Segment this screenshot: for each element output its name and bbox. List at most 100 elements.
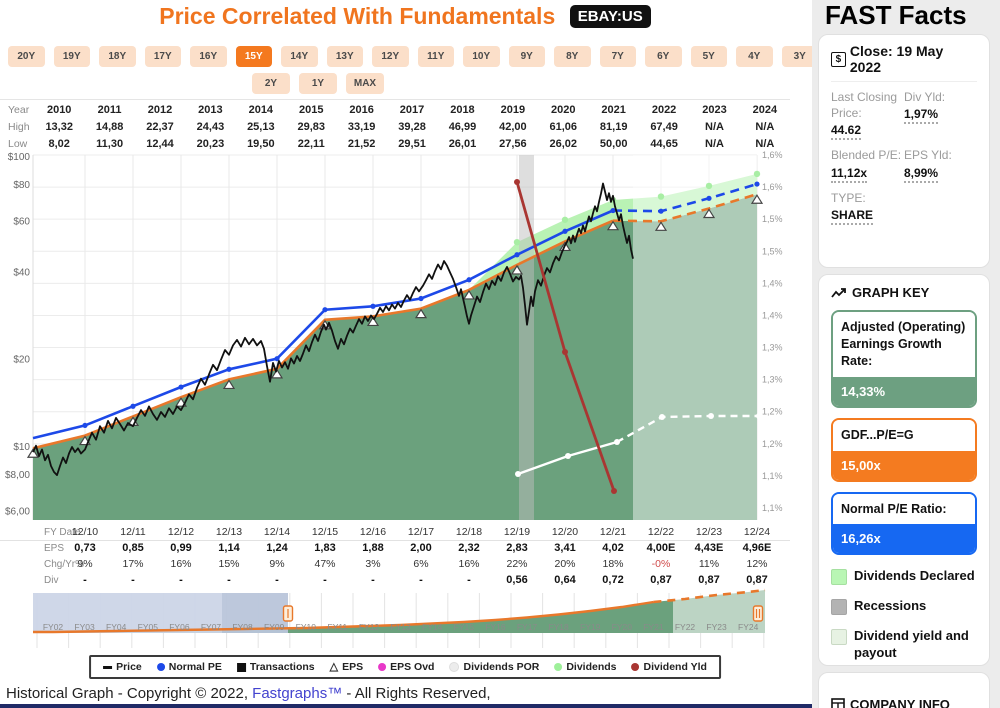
right-axis-label: 1,5% bbox=[762, 214, 783, 224]
year-table-row: High13,3214,8822,3724,4325,1329,8333,193… bbox=[0, 119, 790, 134]
key-card-1500x: GDF...P/E=G15,00x bbox=[831, 418, 977, 482]
company-info-heading-row[interactable]: COMPANY INFO bbox=[831, 697, 977, 708]
fy-cells: ---------0,560,640,720,870,870,87 bbox=[61, 574, 781, 586]
navigator-label: FY07 bbox=[201, 622, 222, 632]
fy-cell: 4,96E bbox=[733, 542, 781, 554]
period-button-5y[interactable]: 5Y bbox=[691, 46, 728, 67]
navigator-label: FY05 bbox=[138, 622, 159, 632]
legend-item-price[interactable]: Price bbox=[103, 661, 142, 673]
year-table-cell: 2020 bbox=[538, 104, 588, 116]
period-button-1y[interactable]: 1Y bbox=[299, 73, 337, 94]
period-button-8y[interactable]: 8Y bbox=[554, 46, 591, 67]
page-title: Price Correlated With Fundamentals bbox=[159, 3, 555, 30]
period-button-15y[interactable]: 15Y bbox=[236, 46, 273, 67]
legend-label: EPS Ovd bbox=[390, 661, 434, 673]
key-swatch-dividends-declared: Dividends Declared bbox=[831, 568, 977, 585]
fy-cell: - bbox=[61, 574, 109, 586]
fy-cell: - bbox=[397, 574, 445, 586]
legend-item-transactions[interactable]: Transactions bbox=[237, 661, 315, 673]
price-fundamentals-chart[interactable]: $100$80$60$40$20$10$8,00$6,001,6%1,6%1,5… bbox=[0, 145, 790, 520]
legend-label: EPS bbox=[342, 661, 363, 673]
left-axis-label: $8,00 bbox=[5, 470, 30, 481]
navigator-label: FY13 bbox=[390, 622, 411, 632]
fy-cell: 15% bbox=[205, 558, 253, 570]
fy-row-label: Div bbox=[44, 575, 58, 586]
year-table-cell: 22,37 bbox=[135, 121, 185, 133]
legend-item-eps[interactable]: △ EPS bbox=[330, 661, 363, 673]
year-table-cell: N/A bbox=[740, 121, 790, 133]
left-axis-label: $6,00 bbox=[5, 506, 30, 517]
period-button-11y[interactable]: 11Y bbox=[418, 46, 455, 67]
year-table-row: Year201020112012201320142015201620172018… bbox=[0, 102, 790, 117]
company-info-heading: COMPANY INFO bbox=[850, 697, 950, 708]
right-axis-label: 1,2% bbox=[762, 407, 783, 417]
period-button-16y[interactable]: 16Y bbox=[190, 46, 227, 67]
transactions-marker bbox=[237, 663, 246, 672]
fast-facts-card: $ Close: 19 May 2022 Last Closing Price:… bbox=[818, 34, 990, 268]
period-button-18y[interactable]: 18Y bbox=[99, 46, 136, 67]
navigator-right-handle[interactable] bbox=[754, 606, 763, 621]
year-table-cell: 29,83 bbox=[286, 121, 336, 133]
fy-cell: - bbox=[349, 574, 397, 586]
left-axis-label: $40 bbox=[13, 267, 30, 278]
fy-cells: 12/1012/1112/1212/1312/1412/1512/1612/17… bbox=[61, 526, 781, 538]
graph-key-heading: GRAPH KEY bbox=[852, 285, 929, 300]
period-button-12y[interactable]: 12Y bbox=[372, 46, 409, 67]
key-swatch-dividend-yield-and-payout: Dividend yield and payout bbox=[831, 628, 977, 662]
swatch-color bbox=[831, 629, 847, 645]
fy-cell: - bbox=[445, 574, 493, 586]
period-button-6y[interactable]: 6Y bbox=[645, 46, 682, 67]
fy-cell: 4,02 bbox=[589, 542, 637, 554]
period-button-10y[interactable]: 10Y bbox=[463, 46, 500, 67]
footer-copyright: Historical Graph - Copyright © 2022, Fas… bbox=[6, 685, 491, 702]
period-button-14y[interactable]: 14Y bbox=[281, 46, 318, 67]
fact-eps-yld: EPS Yld:8,99% bbox=[904, 147, 977, 182]
navigator-left-handle[interactable] bbox=[284, 606, 293, 621]
period-button-max[interactable]: MAX bbox=[346, 73, 384, 94]
key-card-1433: Adjusted (Operating) Earnings Growth Rat… bbox=[831, 310, 977, 408]
key-card-1626x: Normal P/E Ratio:16,26x bbox=[831, 492, 977, 556]
footer-text-2: - All Rights Reserved, bbox=[342, 685, 490, 702]
legend-label: Transactions bbox=[250, 661, 315, 673]
legend-item-dividends-por[interactable]: Dividends POR bbox=[449, 661, 539, 673]
period-button-13y[interactable]: 13Y bbox=[327, 46, 364, 67]
right-axis-label: 1,1% bbox=[762, 503, 783, 513]
period-button-20y[interactable]: 20Y bbox=[8, 46, 45, 67]
key-card-value: 15,00x bbox=[833, 451, 975, 480]
fy-cell: 47% bbox=[301, 558, 349, 570]
left-axis-label: $60 bbox=[13, 216, 30, 227]
year-table-cell: 2021 bbox=[588, 104, 638, 116]
timeline-navigator[interactable]: FY02FY03FY04FY05FY06FY07FY08FY09FY10FY11… bbox=[0, 588, 790, 650]
fy-cell: 1,88 bbox=[349, 542, 397, 554]
footer-text-1: Historical Graph - Copyright © 2022, bbox=[6, 685, 252, 702]
navigator-label: FY18 bbox=[548, 622, 569, 632]
fastgraphs-app: { "header": { "title": "Price Correlated… bbox=[0, 0, 1000, 708]
legend-item-dividend-yld[interactable]: Dividend Yld bbox=[632, 661, 707, 673]
fact-label: Blended P/E: bbox=[831, 147, 904, 163]
year-table-cell: 39,28 bbox=[387, 121, 437, 133]
year-table-cell: N/A bbox=[689, 121, 739, 133]
key-card-value: 16,26x bbox=[833, 524, 975, 553]
legend-label: Dividends POR bbox=[463, 661, 539, 673]
fy-cell: 4,43E bbox=[685, 542, 733, 554]
bottom-divider-strip bbox=[0, 704, 812, 708]
period-button-4y[interactable]: 4Y bbox=[736, 46, 773, 67]
legend-item-dividends[interactable]: Dividends bbox=[554, 661, 616, 673]
year-table-cell: 2013 bbox=[185, 104, 235, 116]
legend-label: Dividends bbox=[566, 661, 616, 673]
period-button-19y[interactable]: 19Y bbox=[54, 46, 91, 67]
period-button-9y[interactable]: 9Y bbox=[509, 46, 546, 67]
fy-cell: 12/18 bbox=[445, 526, 493, 538]
eps-marker: △ bbox=[330, 663, 338, 672]
dollar-icon: $ bbox=[831, 52, 846, 67]
period-button-17y[interactable]: 17Y bbox=[145, 46, 182, 67]
swatch-color bbox=[831, 599, 847, 615]
legend-item-eps-ovd[interactable]: EPS Ovd bbox=[378, 661, 434, 673]
fastgraphs-link[interactable]: Fastgraphs™ bbox=[252, 685, 342, 702]
fact-label: EPS Yld: bbox=[904, 147, 977, 163]
legend-item-normal-pe[interactable]: Normal PE bbox=[157, 661, 222, 673]
eps-ovd-marker bbox=[378, 663, 386, 671]
fy-cells: 0,730,850,991,141,241,831,882,002,322,83… bbox=[61, 542, 781, 554]
period-button-7y[interactable]: 7Y bbox=[600, 46, 637, 67]
period-button-2y[interactable]: 2Y bbox=[252, 73, 290, 94]
